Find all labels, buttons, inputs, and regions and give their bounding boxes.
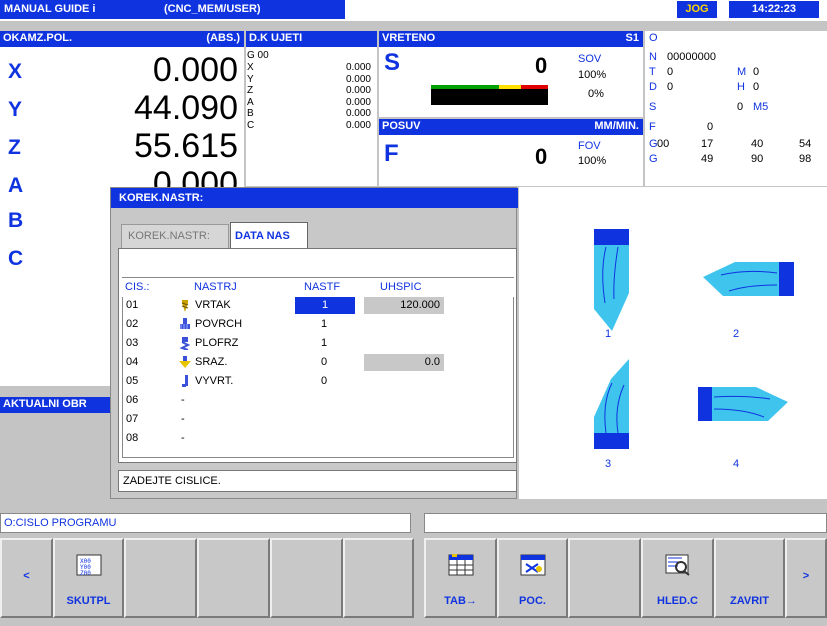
tool-orientation-2-icon[interactable] — [701, 261, 795, 299]
table-row[interactable]: 08 - — [123, 430, 513, 448]
count-icon — [520, 554, 545, 576]
sov-value: 100% — [578, 69, 607, 81]
tool-table: CIS.: NASTRJ NASTF UHSPIC 01 VRTAK 1 120… — [118, 248, 517, 463]
softkey-8[interactable] — [568, 538, 641, 618]
fov-label: FOV — [578, 140, 601, 152]
modal-t: 0 — [667, 66, 674, 78]
chamfer-icon — [179, 356, 191, 368]
boring-icon — [182, 375, 188, 387]
softkey-zavrit[interactable]: ZAVRIT — [714, 538, 785, 618]
axis-row-y: Y 44.090 — [8, 89, 238, 127]
table-body: 01 VRTAK 1 120.000 02 POVRCH 1 03 PLOFRZ… — [122, 297, 514, 457]
dk-axes: X 0.000 Y 0.000 Z 0.000 A 0.000 B 0.000 C 0.00… — [247, 62, 371, 131]
uhspic-cell[interactable]: 0.0 — [364, 354, 444, 371]
title-bar: MANUAL GUIDE i (CNC_MEM/USER) JOG 14:22:… — [0, 0, 827, 21]
table-row[interactable]: 03 PLOFRZ 1 — [123, 335, 513, 353]
dk-gcode: G 00 — [247, 50, 269, 61]
table-icon — [448, 554, 473, 576]
feed-title: POSUV — [382, 120, 421, 132]
program-path: (CNC_MEM/USER) — [164, 3, 261, 15]
feed-unit: MM/MIN. — [594, 120, 639, 132]
feed-letter: F — [384, 140, 399, 167]
tool-orientation-4-icon[interactable] — [697, 381, 791, 423]
orientation-panel: 1 2 3 4 — [519, 187, 827, 499]
modal-h: 0 — [753, 81, 760, 93]
softkey-4[interactable] — [270, 538, 343, 618]
numeric-icon: X00Y00Z00 — [76, 554, 101, 576]
table-header: CIS.: NASTRJ NASTF UHSPIC — [125, 281, 422, 293]
tab-data-nas[interactable]: DATA NAS — [230, 222, 308, 249]
softkey-tab[interactable]: TAB→ — [424, 538, 497, 618]
tool-orientation-1-icon[interactable] — [594, 229, 630, 333]
table-row[interactable]: 02 POVRCH 1 — [123, 316, 513, 334]
modal-n: 00000000 — [667, 51, 716, 63]
nastf-selected-cell[interactable]: 1 — [295, 297, 355, 314]
axis-row-x: X 0.000 — [8, 51, 238, 89]
spindle-unit: S1 — [625, 32, 639, 44]
modal-d: 0 — [667, 81, 674, 93]
aktualni-obr-label: AKTUALNI OBR — [0, 397, 110, 413]
softkey-next[interactable]: > — [785, 538, 827, 618]
spindle-letter: S — [384, 49, 401, 76]
modal-f: 0 — [707, 121, 714, 133]
table-row[interactable]: 05 VYVRT. 0 — [123, 373, 513, 391]
uhspic-cell[interactable]: 120.000 — [364, 297, 444, 314]
modal-panel: O N 00000000 T 0 M 0 D 0 H 0 S 0 M5 F 0 … — [645, 31, 827, 186]
softkey-skutpl[interactable]: X00 Y00 Z00 SKUTPL — [53, 538, 124, 618]
modal-s: 0 — [737, 101, 744, 113]
message-line: ZADEJTE CISLICE. — [118, 470, 517, 492]
end-mill-icon — [179, 337, 191, 350]
table-row[interactable]: 07 - — [123, 411, 513, 429]
softkey-3[interactable] — [197, 538, 270, 618]
softkey-hled[interactable]: HLED.C — [641, 538, 714, 618]
status-right — [424, 513, 827, 533]
softkey-poc[interactable]: POC. — [497, 538, 568, 618]
dk-title: D.K UJETI — [246, 31, 377, 47]
fov-value: 100% — [578, 155, 607, 167]
feed-value: 0 — [535, 144, 548, 169]
modal-m: 0 — [753, 66, 760, 78]
spindle-value: 0 — [535, 53, 548, 78]
tool-orientation-3-icon[interactable] — [594, 357, 630, 461]
feed-panel: POSUV MM/MIN. F 0 FOV 100% — [379, 119, 643, 186]
spindle-panel: VRETENO S1 S 0 SOV 100% 0% — [379, 31, 643, 117]
tool-offset-dialog: KOREK.NASTR: KOREK.NASTR: DATA NAS CIS.:… — [110, 187, 518, 499]
tab-korek-nastr[interactable]: KOREK.NASTR: — [121, 224, 229, 248]
face-mill-icon — [180, 318, 190, 329]
spindle-title: VRETENO — [382, 32, 436, 44]
app-name: MANUAL GUIDE i — [4, 3, 96, 15]
mode-indicator: JOG — [677, 1, 717, 18]
dk-panel: D.K UJETI G 00 X 0.000 Y 0.000 Z 0.000 A 0.0… — [246, 31, 377, 186]
table-row[interactable]: 06 - — [123, 392, 513, 410]
axis-row-z: Z 55.615 — [8, 127, 238, 165]
clock: 14:22:23 — [729, 1, 819, 18]
softkey-2[interactable] — [124, 538, 197, 618]
position-title: OKAMZ.POL. — [3, 32, 73, 44]
status-left: O:CISLO PROGRAMU — [0, 513, 411, 533]
softkey-5[interactable] — [343, 538, 414, 618]
drill-icon — [181, 300, 189, 312]
spindle-load: 0% — [588, 88, 604, 100]
svg-text:Z00: Z00 — [80, 570, 91, 576]
sov-label: SOV — [578, 53, 602, 65]
search-icon — [665, 554, 690, 576]
softkey-prev[interactable]: < — [0, 538, 53, 618]
spindle-load-bar — [431, 85, 548, 105]
position-mode: (ABS.) — [206, 32, 240, 44]
dialog-title: KOREK.NASTR: — [111, 188, 518, 208]
table-row[interactable]: 04 SRAZ. 0 0.0 — [123, 354, 513, 372]
table-row[interactable]: 01 VRTAK 1 120.000 — [123, 297, 513, 315]
modal-mcode: M5 — [753, 101, 769, 113]
